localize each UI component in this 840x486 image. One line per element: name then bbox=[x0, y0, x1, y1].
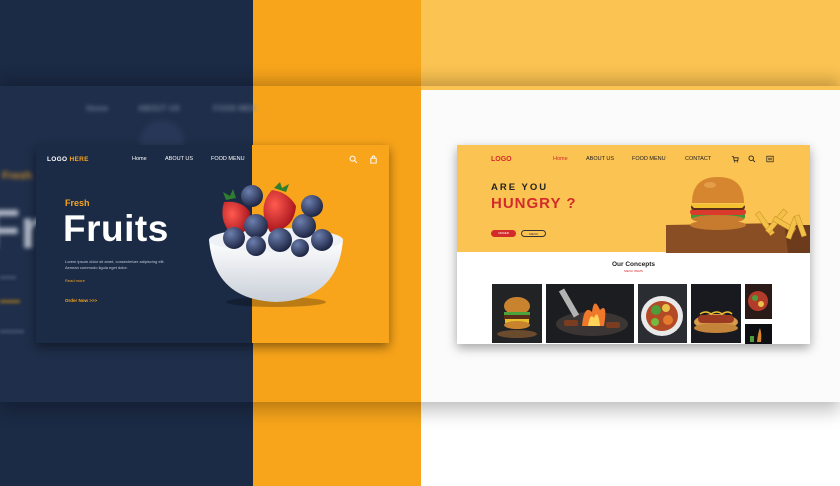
food-nav-menu[interactable]: FOOD MENU bbox=[632, 156, 666, 162]
order-now-link[interactable]: Order Now >>> bbox=[65, 298, 97, 303]
concepts-subtitle: MENU ITEMS bbox=[624, 269, 643, 273]
food-nav-about[interactable]: ABOUT US bbox=[586, 156, 614, 162]
ghost-fresh: Fresh bbox=[2, 170, 32, 182]
search-icon[interactable] bbox=[748, 155, 756, 163]
ghost-line bbox=[0, 276, 16, 279]
menu-button[interactable]: MENU bbox=[521, 230, 546, 237]
grill-thumbnail[interactable] bbox=[546, 284, 634, 343]
ghost-line bbox=[0, 300, 20, 303]
fruits-logo[interactable]: LOGO HERE bbox=[47, 156, 89, 163]
fruits-nav-about[interactable]: ABOUT US bbox=[165, 156, 193, 162]
burger-thumbnail[interactable] bbox=[492, 284, 542, 343]
fruits-title: Fruits bbox=[63, 208, 169, 249]
fruits-nav-menu[interactable]: FOOD MENU bbox=[211, 156, 245, 162]
burger-fries-image bbox=[666, 177, 810, 253]
food-landing-card: LOGO Home ABOUT US FOOD MENU CONTACT ARE… bbox=[457, 145, 810, 344]
frost-light-top bbox=[421, 86, 840, 90]
headline-top: ARE YOU bbox=[491, 182, 549, 193]
bag-icon[interactable] bbox=[369, 155, 378, 164]
headline-main: HUNGRY ? bbox=[491, 195, 577, 212]
berry-bowl-image bbox=[209, 182, 343, 307]
fruits-logo-accent: HERE bbox=[69, 156, 89, 163]
order-button[interactable]: ORDER bbox=[491, 230, 516, 237]
fruits-nav-contact[interactable]: CONTACT bbox=[264, 156, 290, 162]
fruits-description: Lorem ipsum dolor sit amet, consectetuer… bbox=[65, 259, 165, 270]
food-logo[interactable]: LOGO bbox=[491, 156, 512, 163]
ghost-line bbox=[0, 330, 24, 333]
fruits-landing-card: LOGO HERE Home ABOUT US FOOD MENU CONTAC… bbox=[36, 145, 389, 343]
ghost-nav-home: Home bbox=[86, 104, 109, 113]
food-nav-home[interactable]: Home bbox=[553, 156, 568, 162]
fruits-logo-main: LOGO bbox=[47, 156, 68, 163]
fruits-nav-home[interactable]: Home bbox=[132, 156, 147, 162]
ghost-nav-about: ABOUT US bbox=[138, 104, 180, 113]
cart-icon[interactable] bbox=[731, 155, 739, 163]
white-panel bbox=[421, 402, 840, 486]
bowl-thumbnail[interactable] bbox=[745, 284, 772, 319]
salad-thumbnail[interactable] bbox=[638, 284, 687, 343]
concepts-title: Our Concepts bbox=[612, 261, 655, 268]
hotdog-thumbnail[interactable] bbox=[691, 284, 741, 343]
fresh-label: Fresh bbox=[65, 198, 90, 208]
food-nav-contact[interactable]: CONTACT bbox=[685, 156, 711, 162]
dark-thumbnail[interactable] bbox=[745, 324, 772, 344]
menu-icon[interactable] bbox=[766, 155, 774, 163]
search-icon[interactable] bbox=[349, 155, 358, 164]
ghost-nav-menu: FOOD MEN bbox=[213, 104, 257, 113]
read-more-link[interactable]: Read more bbox=[65, 278, 85, 283]
